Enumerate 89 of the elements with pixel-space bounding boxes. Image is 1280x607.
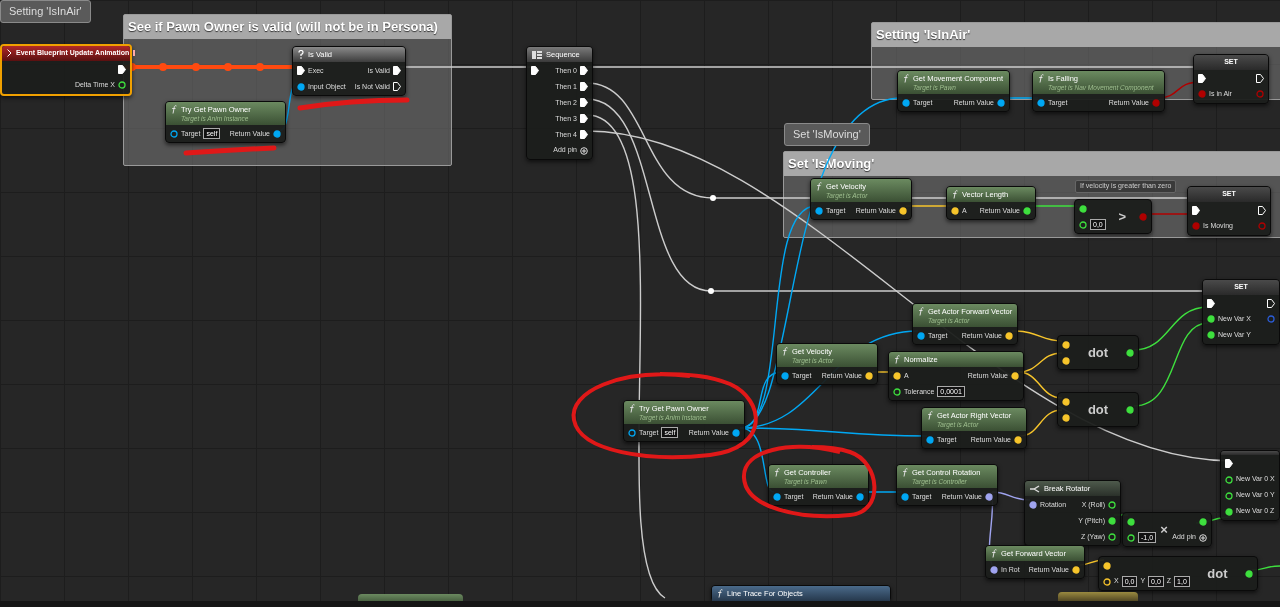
pin-icon[interactable] [1127, 517, 1135, 526]
function-icon [629, 404, 635, 414]
pin-icon[interactable] [1079, 220, 1087, 229]
exec-pin-icon[interactable] [1225, 459, 1233, 468]
pin-icon[interactable] [732, 428, 740, 437]
plus-icon [1199, 533, 1207, 542]
graph-node[interactable]: dot [1057, 392, 1139, 427]
operator-label: dot [1087, 400, 1109, 419]
operator-label: dot [1207, 564, 1228, 583]
pin-icon[interactable] [1108, 500, 1116, 509]
exec-pin-icon[interactable] [1207, 298, 1215, 308]
pin-icon[interactable] [901, 492, 909, 501]
pin-icon[interactable] [1225, 475, 1233, 484]
comment-title: Setting 'IsInAir' [872, 23, 1280, 47]
function-icon [902, 468, 908, 478]
function-icon [991, 549, 997, 559]
exec-pin-icon[interactable] [1258, 205, 1266, 215]
pin-icon[interactable] [781, 371, 789, 380]
plus-icon [580, 146, 588, 155]
pin-icon[interactable] [628, 428, 636, 437]
pin-icon[interactable] [917, 331, 925, 340]
exec-pin-icon[interactable] [580, 82, 588, 92]
sequence-icon [532, 50, 542, 59]
pin-icon[interactable] [1108, 516, 1116, 525]
function-icon [894, 355, 900, 365]
function-icon [952, 190, 958, 200]
function-icon [782, 347, 788, 357]
pin-icon[interactable] [1207, 315, 1215, 323]
function-icon [717, 589, 723, 599]
comment-bubble: Set 'IsMoving' [784, 123, 870, 146]
pin-icon[interactable] [1127, 533, 1135, 542]
exec-pin-icon[interactable] [393, 82, 401, 92]
function-icon [927, 411, 933, 421]
exec-pin-icon[interactable] [580, 66, 588, 76]
pin-icon[interactable] [1225, 507, 1233, 516]
exec-pin-icon[interactable] [1198, 73, 1206, 83]
pin-icon[interactable] [1245, 569, 1253, 578]
function-icon [1038, 74, 1044, 84]
exec-pin-icon[interactable] [531, 66, 539, 76]
pin-icon[interactable] [773, 492, 781, 501]
exec-pin-icon[interactable] [297, 66, 305, 76]
pin-icon[interactable] [1023, 206, 1031, 215]
pin-icon[interactable] [997, 98, 1005, 107]
reroute-knot[interactable] [710, 195, 716, 201]
comment-title: See if Pawn Owner is valid (will not be in Persona) [124, 15, 451, 39]
delegate-pin-icon[interactable] [133, 50, 136, 57]
exec-pin-icon[interactable] [580, 114, 588, 124]
pin-icon[interactable] [893, 387, 901, 396]
exec-pin-icon[interactable] [118, 64, 126, 74]
operator-label: > [1118, 207, 1127, 226]
operator-label: dot [1087, 343, 1109, 362]
pin-icon[interactable] [170, 129, 178, 138]
pin-icon[interactable] [1207, 331, 1215, 339]
question-icon [298, 50, 304, 60]
pin-icon[interactable] [902, 98, 910, 107]
pin-icon[interactable] [1079, 204, 1087, 213]
function-icon [774, 468, 780, 478]
function-icon [918, 307, 924, 317]
exec-pin-icon[interactable] [1256, 73, 1264, 83]
pin-icon[interactable] [1126, 405, 1134, 414]
pin-icon[interactable] [926, 435, 934, 444]
pin-icon[interactable] [1108, 532, 1116, 541]
function-icon [816, 182, 822, 192]
exec-pin-icon[interactable] [1267, 298, 1275, 308]
pin-icon[interactable] [297, 82, 305, 91]
pin-icon[interactable] [985, 492, 993, 501]
function-icon [903, 74, 909, 84]
operator-label: × [1160, 520, 1168, 539]
pin-icon[interactable] [815, 206, 823, 215]
pin-icon[interactable] [1029, 500, 1037, 509]
function-icon [171, 105, 177, 115]
pin-icon[interactable] [118, 81, 126, 89]
reroute-knot[interactable] [708, 288, 714, 294]
pin-icon[interactable] [1037, 98, 1045, 107]
comment-bubble: Setting 'IsInAir' [0, 0, 91, 23]
pin-icon[interactable] [1126, 348, 1134, 357]
exec-pin-icon[interactable] [580, 98, 588, 108]
exec-pin-icon[interactable] [1192, 205, 1200, 215]
exec-pin-icon[interactable] [393, 66, 401, 76]
pin-icon[interactable] [1199, 517, 1207, 526]
graph-node[interactable]: dot [1057, 335, 1139, 370]
pin-icon[interactable] [856, 492, 864, 501]
split-icon [1030, 484, 1040, 493]
node-header [1221, 451, 1279, 455]
exec-pin-icon[interactable] [580, 130, 588, 140]
event-icon [7, 49, 12, 58]
pin-icon[interactable] [990, 565, 998, 574]
pin-icon[interactable] [1225, 491, 1233, 500]
pin-icon[interactable] [273, 129, 281, 138]
